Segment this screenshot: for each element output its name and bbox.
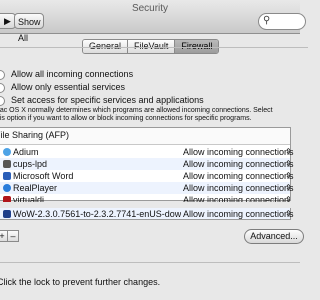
connection-status[interactable]: Allow incoming connections (183, 170, 294, 182)
app-name: Adium (13, 147, 39, 157)
realplayer-icon (3, 184, 11, 192)
stepper-icon[interactable]: ⇕ (285, 182, 292, 194)
connection-status[interactable]: Allow incoming connections (183, 182, 294, 194)
radio-label: Allow only essential services (11, 82, 126, 92)
connection-status[interactable]: Allow incoming connections (183, 158, 294, 170)
app-name: Microsoft Word (13, 171, 74, 181)
list-item[interactable]: RealPlayer Allow incoming connections ⇕ (0, 182, 294, 194)
radio-label: Allow all incoming connections (11, 69, 134, 79)
advanced-button[interactable]: Advanced... (244, 229, 304, 244)
chevron-right-icon: ▶ (4, 16, 11, 26)
shared-service-label: File Sharing (AFP) (0, 130, 70, 140)
window-titlebar: Security ▶ Show All ⚲ (0, 0, 306, 43)
remove-app-button[interactable]: – (7, 230, 19, 242)
virtualdj-icon (3, 196, 11, 202)
list-item[interactable]: WoW-2.3.0.7561-to-2.3.2.7741-enUS-downlo… (0, 208, 294, 220)
list-item[interactable]: Microsoft Word Allow incoming connection… (0, 170, 294, 182)
window-title: Security (131, 3, 169, 14)
stepper-icon[interactable]: ⇕ (285, 158, 292, 170)
radio-label: Set access for specific services and app… (11, 95, 204, 105)
adium-icon (3, 148, 11, 156)
show-all-button[interactable]: Show All (14, 13, 44, 43)
divider (0, 262, 300, 263)
app-name: cups-lpd (13, 159, 48, 169)
radio-button[interactable] (0, 69, 5, 80)
list-item[interactable]: cups-lpd Allow incoming connections ⇕ (0, 158, 294, 170)
stepper-icon[interactable]: ⇕ (285, 208, 292, 220)
radio-specific-access[interactable]: Set access for specific services and app… (0, 95, 204, 106)
list-item[interactable]: Adium Allow incoming connections ⇕ (0, 146, 294, 158)
app-name: WoW-2.3.0.7561-to-2.3.2.7741-enUS-downlo… (13, 209, 181, 219)
word-icon (3, 172, 11, 180)
stepper-icon[interactable]: ⇕ (285, 146, 292, 158)
application-list[interactable]: File Sharing (AFP) Adium Allow incoming … (0, 127, 294, 202)
app-name: virtualdj (13, 195, 45, 202)
connection-status[interactable]: Allow incoming connections (183, 208, 294, 220)
radio-button[interactable] (0, 95, 5, 106)
connection-status[interactable]: Allow incoming connections (183, 194, 290, 202)
lock-message: Click the lock to prevent further change… (0, 277, 161, 287)
search-input[interactable]: ⚲ (258, 13, 306, 30)
stepper-icon[interactable]: ⇕ (285, 170, 292, 182)
radio-essential-only[interactable]: Allow only essential services (0, 82, 125, 93)
shared-service-row: File Sharing (AFP) (0, 128, 290, 145)
firewall-explanation: Mac OS X normally determines which progr… (0, 107, 273, 122)
terminal-icon (3, 160, 11, 168)
radio-allow-all[interactable]: Allow all incoming connections (0, 69, 133, 80)
radio-button[interactable] (0, 82, 5, 93)
search-icon: ⚲ (263, 15, 271, 26)
stepper-icon[interactable]: ⇕ (285, 194, 290, 202)
list-item[interactable]: virtualdj Allow incoming connections ⇕ (0, 194, 290, 202)
connection-status[interactable]: Allow incoming connections (183, 146, 294, 158)
app-name: RealPlayer (13, 183, 58, 193)
wow-icon (3, 210, 11, 218)
